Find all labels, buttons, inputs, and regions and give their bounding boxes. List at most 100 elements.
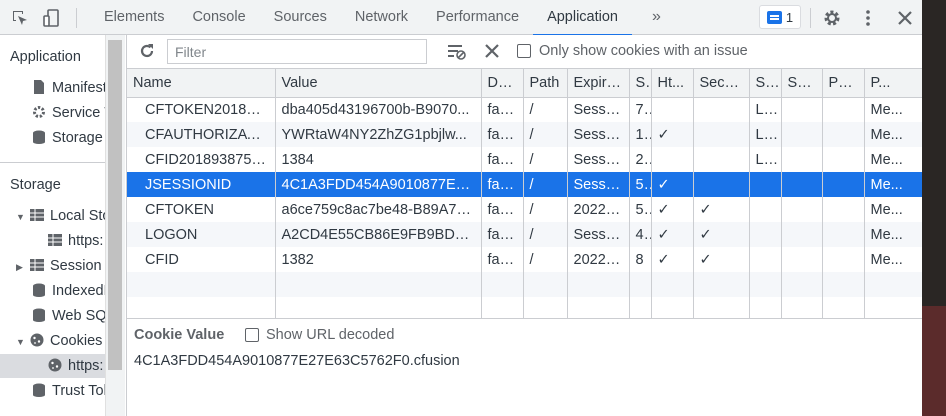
cell-path: /: [523, 172, 568, 197]
table-row[interactable]: LOGON A2CD4E55CB86E9FB9BD58... fac... / Sess…: [127, 222, 924, 247]
cell-expires: Session: [567, 97, 630, 122]
table-header-row: Name Value Do... Path Expire... S Ht... …: [127, 69, 924, 98]
settings-gear-icon[interactable]: [822, 8, 842, 28]
more-options-kebab-icon[interactable]: [858, 8, 878, 28]
cell-samesite: [749, 172, 782, 197]
cookies-panel: Only show cookies with an issue Name Val…: [126, 35, 924, 416]
refresh-icon[interactable]: [138, 42, 156, 60]
cell-secure: ✓: [693, 197, 750, 222]
column-header-value[interactable]: Value: [275, 69, 482, 98]
column-header-path[interactable]: Path: [523, 69, 568, 98]
table-row[interactable]: CFTOKEN a6ce759c8ac7be48-B89A71... fac... /…: [127, 197, 924, 222]
cell-secure: ✓: [693, 247, 750, 272]
table-row[interactable]: CFID 1382 fac.../2022-... 8 ✓ ✓ Me...: [127, 247, 924, 272]
cell-size: 5...: [629, 172, 652, 197]
column-header-samesite[interactable]: S...: [749, 69, 782, 98]
sidebar-item-trust-tokens[interactable]: Trust Tokens: [32, 379, 105, 403]
sidebar-item-web-sql[interactable]: Web SQL: [32, 304, 105, 328]
only-issues-checkbox[interactable]: [517, 44, 531, 58]
table-grid-icon: [30, 209, 44, 221]
collapsed-triangle-icon[interactable]: ▶: [16, 255, 30, 279]
column-header-secure[interactable]: Secu...: [693, 69, 750, 98]
cookie-value-preview: Cookie Value Show URL decoded 4C1A3FDD45…: [127, 318, 923, 416]
cell-httponly: ✓: [651, 222, 694, 247]
tab-sources[interactable]: Sources: [260, 0, 341, 35]
more-tabs-chevron-icon[interactable]: »: [652, 8, 661, 26]
column-header-name[interactable]: Name: [127, 69, 276, 98]
cell-partition-key: [822, 122, 865, 147]
application-sidebar: Application Manifest Service Workers Sto…: [0, 35, 105, 416]
cell-path: /: [523, 122, 568, 147]
column-header-partition-key[interactable]: Pa...: [822, 69, 865, 98]
delete-selected-x-icon[interactable]: [485, 44, 499, 58]
column-header-httponly[interactable]: Ht...: [651, 69, 694, 98]
expanded-triangle-icon[interactable]: ▼: [16, 330, 30, 354]
toolbar-divider: [76, 8, 77, 28]
cell-name: JSESSIONID: [127, 172, 276, 197]
cell-priority: Me...: [864, 197, 924, 222]
cell-priority: Me...: [864, 247, 924, 272]
cell-size: 7...: [629, 97, 652, 122]
cell-domain: fac...: [481, 172, 524, 197]
tab-performance[interactable]: Performance: [422, 0, 533, 35]
table-row[interactable]: CFTOKEN201893... dba405d43196700b-B9070..…: [127, 97, 924, 122]
cell-secure: [693, 97, 750, 122]
sidebar-item-cookies[interactable]: ▼ Cookies: [16, 329, 102, 353]
sidebar-divider: [0, 162, 105, 163]
sidebar-item-local-storage[interactable]: ▼Local Storage: [16, 204, 105, 228]
sidebar-item-local-storage-origin[interactable]: https:: [48, 229, 103, 253]
table-row[interactable]: CFID2018938756...1384fac.../Session2... L…: [127, 147, 924, 172]
sidebar-item-session-storage[interactable]: ▶Session Storage: [16, 254, 105, 278]
filter-input[interactable]: [167, 39, 427, 64]
document-icon: [34, 80, 44, 94]
column-header-priority[interactable]: P...: [864, 69, 924, 98]
sidebar-item-manifest[interactable]: Manifest: [32, 76, 105, 100]
table-row[interactable]: CFAUTHORIZATI... YWRtaW4NY2ZhZG1pbjlw... f…: [127, 122, 924, 147]
issues-button[interactable]: 1: [759, 5, 801, 29]
column-header-domain[interactable]: Do...: [481, 69, 524, 98]
device-toolbar-icon[interactable]: [42, 8, 62, 28]
tab-elements[interactable]: Elements: [90, 0, 178, 35]
sidebar-scrollbar-thumb[interactable]: [108, 40, 122, 370]
cell-value: a6ce759c8ac7be48-B89A71...: [275, 197, 482, 222]
sidebar-item-cookies-origin[interactable]: https:: [0, 354, 105, 378]
cell-name: CFAUTHORIZATI...: [127, 122, 276, 147]
expanded-triangle-icon[interactable]: ▼: [16, 205, 30, 229]
tab-application[interactable]: Application: [533, 0, 632, 36]
cell-expires: Session: [567, 147, 630, 172]
sidebar-item-service-workers[interactable]: Service Workers: [32, 101, 105, 125]
background-window-edge: [922, 0, 946, 416]
cookie-value-text: 4C1A3FDD454A9010877E27E63C5762F0.cfusion: [134, 353, 460, 369]
inspect-element-icon[interactable]: [10, 8, 30, 28]
clear-filtered-cookies-icon[interactable]: [447, 43, 467, 61]
cell-priority: Me...: [864, 147, 924, 172]
show-url-decoded-checkbox[interactable]: [245, 328, 259, 342]
tab-console[interactable]: Console: [178, 0, 259, 35]
cell-path: /: [523, 97, 568, 122]
cell-size: 2...: [629, 147, 652, 172]
cell-samesite: [749, 247, 782, 272]
cell-partition-key: [822, 172, 865, 197]
column-header-expires[interactable]: Expire...: [567, 69, 630, 98]
show-url-decoded-toggle[interactable]: Show URL decoded: [245, 327, 394, 343]
cell-value: YWRtaW4NY2ZhZG1pbjlw...: [275, 122, 482, 147]
cell-httponly: [651, 147, 694, 172]
column-header-size[interactable]: S: [629, 69, 652, 98]
database-icon: [33, 308, 45, 322]
sidebar-section-storage: Storage: [10, 177, 61, 193]
column-header-sameparty[interactable]: Sa...: [781, 69, 823, 98]
cell-path: /: [523, 247, 568, 272]
cell-samesite: L...: [749, 122, 782, 147]
cell-value: 1382: [275, 247, 482, 272]
only-issues-toggle[interactable]: Only show cookies with an issue: [517, 43, 748, 59]
sidebar-item-storage[interactable]: Storage: [32, 126, 103, 150]
cell-value: 4C1A3FDD454A9010877E2...: [275, 172, 482, 197]
cell-sameparty: [781, 122, 823, 147]
sidebar-item-indexeddb[interactable]: IndexedDB: [32, 279, 105, 303]
close-devtools-icon[interactable]: [895, 8, 915, 28]
table-row-selected[interactable]: JSESSIONID 4C1A3FDD454A9010877E2... fac...…: [127, 172, 924, 197]
cell-sameparty: [781, 222, 823, 247]
issues-count: 1: [785, 9, 794, 25]
cell-path: /: [523, 147, 568, 172]
tab-network[interactable]: Network: [341, 0, 422, 35]
